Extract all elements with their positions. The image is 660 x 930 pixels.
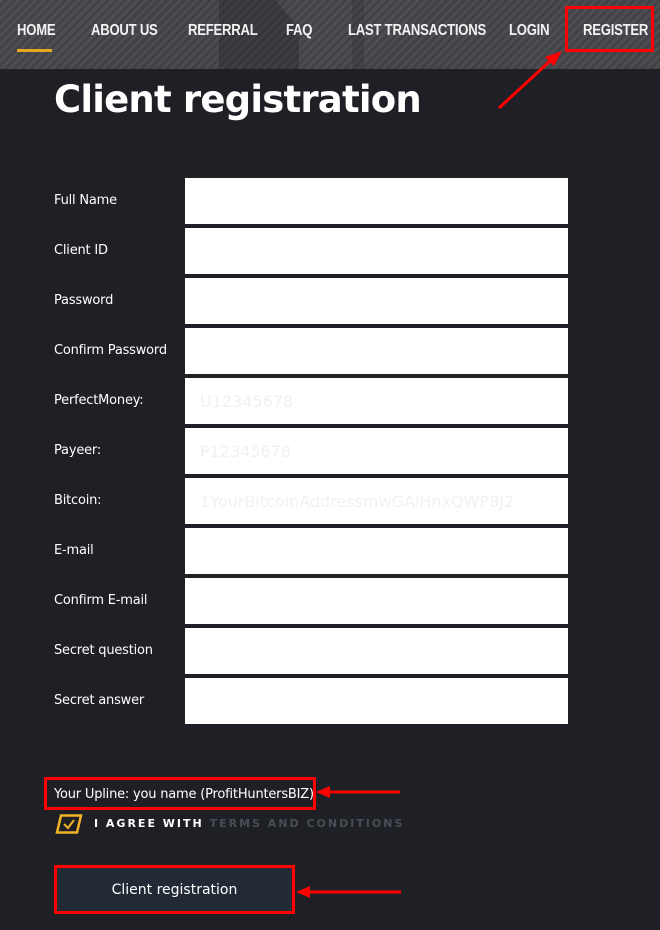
form-row-bitcoin: Bitcoin:	[0, 478, 660, 524]
secret-answer-input[interactable]	[185, 678, 568, 724]
confirm-email-label: Confirm E-mail	[54, 593, 148, 608]
nav-item-last-transactions[interactable]: Last transactions	[348, 18, 486, 44]
client-id-input[interactable]	[185, 228, 568, 274]
upline-highlight-box	[44, 777, 316, 810]
form-row-full-name: Full Name	[0, 178, 660, 224]
nav-item-login[interactable]: Login	[509, 18, 550, 44]
form-row-email: E-mail	[0, 528, 660, 574]
top-navigation-bar: Home About us Referral FAQ Last transact…	[0, 0, 660, 69]
form-row-secret-question: Secret question	[0, 628, 660, 674]
perfectmoney-input[interactable]	[185, 378, 568, 424]
agree-checkbox[interactable]	[55, 814, 83, 834]
perfectmoney-label: PerfectMoney:	[54, 393, 144, 408]
form-row-password: Password	[0, 278, 660, 324]
full-name-input[interactable]	[185, 178, 568, 224]
form-row-perfectmoney: PerfectMoney:	[0, 378, 660, 424]
nav-item-home[interactable]: Home	[17, 18, 56, 44]
bitcoin-input[interactable]	[185, 478, 568, 524]
confirm-email-input[interactable]	[185, 578, 568, 624]
bitcoin-label: Bitcoin:	[54, 493, 102, 508]
form-row-confirm-email: Confirm E-mail	[0, 578, 660, 624]
active-nav-underline	[17, 49, 52, 52]
payeer-label: Payeer:	[54, 443, 102, 458]
arrow-to-submit	[296, 886, 401, 898]
form-row-confirm-password: Confirm Password	[0, 328, 660, 374]
checkmark-icon	[55, 814, 83, 834]
password-label: Password	[54, 293, 114, 308]
form-row-secret-answer: Secret answer	[0, 678, 660, 724]
secret-question-input[interactable]	[185, 628, 568, 674]
nav-item-about-us[interactable]: About us	[91, 18, 158, 44]
agree-prefix: I AGREE WITH	[94, 817, 204, 830]
page-title: Client registration	[54, 78, 422, 121]
email-input[interactable]	[185, 528, 568, 574]
secret-question-label: Secret question	[54, 643, 153, 658]
form-row-client-id: Client ID	[0, 228, 660, 274]
full-name-label: Full Name	[54, 193, 117, 208]
agree-text: I AGREE WITH TERMS AND CONDITIONS	[94, 817, 404, 830]
email-label: E-mail	[54, 543, 94, 558]
nav-item-faq[interactable]: FAQ	[286, 18, 312, 44]
submit-highlight-box	[54, 865, 295, 914]
terms-and-conditions-link[interactable]: TERMS AND CONDITIONS	[210, 817, 405, 830]
register-highlight-box	[565, 6, 654, 52]
arrow-to-upline	[316, 786, 400, 798]
password-input[interactable]	[185, 278, 568, 324]
nav-item-referral[interactable]: Referral	[188, 18, 258, 44]
form-row-payeer: Payeer:	[0, 428, 660, 474]
confirm-password-label: Confirm Password	[54, 343, 167, 358]
secret-answer-label: Secret answer	[54, 693, 145, 708]
payeer-input[interactable]	[185, 428, 568, 474]
confirm-password-input[interactable]	[185, 328, 568, 374]
client-id-label: Client ID	[54, 243, 108, 258]
